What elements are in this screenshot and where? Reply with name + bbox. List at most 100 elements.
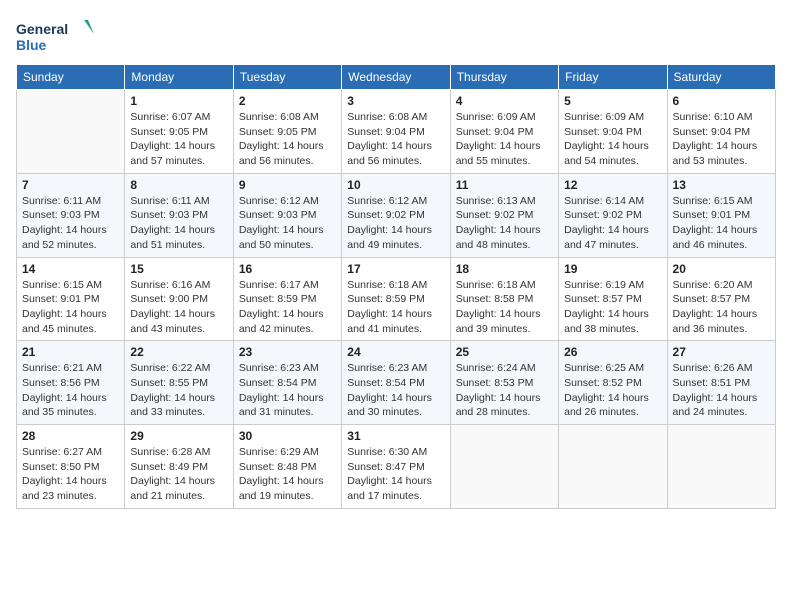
day-info: Sunrise: 6:13 AM Sunset: 9:02 PM Dayligh… xyxy=(456,194,553,253)
calendar-table: SundayMondayTuesdayWednesdayThursdayFrid… xyxy=(16,64,776,509)
day-info: Sunrise: 6:08 AM Sunset: 9:05 PM Dayligh… xyxy=(239,110,336,169)
day-number: 4 xyxy=(456,94,553,108)
day-number: 25 xyxy=(456,345,553,359)
page-header: General Blue xyxy=(16,16,776,56)
day-info: Sunrise: 6:18 AM Sunset: 8:59 PM Dayligh… xyxy=(347,278,444,337)
day-info: Sunrise: 6:20 AM Sunset: 8:57 PM Dayligh… xyxy=(673,278,770,337)
day-info: Sunrise: 6:08 AM Sunset: 9:04 PM Dayligh… xyxy=(347,110,444,169)
calendar-cell: 7Sunrise: 6:11 AM Sunset: 9:03 PM Daylig… xyxy=(17,173,125,257)
week-row-4: 21 Sunrise: 6:21 AM Sunset: 8:56 PM Dayli… xyxy=(17,341,776,425)
day-info: Sunrise: 6:10 AM Sunset: 9:04 PM Dayligh… xyxy=(673,110,770,169)
day-info: Sunrise: 6:26 AM Sunset: 8:51 PM Dayligh… xyxy=(673,361,770,420)
calendar-cell: 21 Sunrise: 6:21 AM Sunset: 8:56 PM Dayli… xyxy=(17,341,125,425)
calendar-cell xyxy=(559,425,667,509)
day-number: 24 xyxy=(347,345,444,359)
calendar-cell: 4 Sunrise: 6:09 AM Sunset: 9:04 PM Daylig… xyxy=(450,90,558,174)
day-info: Sunrise: 6:23 AM Sunset: 8:54 PM Dayligh… xyxy=(347,361,444,420)
day-info: Sunrise: 6:21 AM Sunset: 8:56 PM Dayligh… xyxy=(22,361,119,420)
calendar-cell: 1 Sunrise: 6:07 AM Sunset: 9:05 PM Daylig… xyxy=(125,90,233,174)
calendar-cell xyxy=(450,425,558,509)
day-header-wednesday: Wednesday xyxy=(342,65,450,90)
day-number: 12 xyxy=(564,178,661,192)
day-number: 16 xyxy=(239,262,336,276)
logo: General Blue xyxy=(16,16,96,56)
svg-text:Blue: Blue xyxy=(16,37,47,53)
calendar-cell: 22Sunrise: 6:22 AM Sunset: 8:55 PM Dayli… xyxy=(125,341,233,425)
day-number: 6 xyxy=(673,94,770,108)
day-number: 31 xyxy=(347,429,444,443)
day-header-saturday: Saturday xyxy=(667,65,775,90)
day-number: 19 xyxy=(564,262,661,276)
day-number: 18 xyxy=(456,262,553,276)
calendar-cell: 25Sunrise: 6:24 AM Sunset: 8:53 PM Dayli… xyxy=(450,341,558,425)
day-info: Sunrise: 6:29 AM Sunset: 8:48 PM Dayligh… xyxy=(239,445,336,504)
day-number: 13 xyxy=(673,178,770,192)
day-number: 29 xyxy=(130,429,227,443)
day-info: Sunrise: 6:07 AM Sunset: 9:05 PM Dayligh… xyxy=(130,110,227,169)
day-info: Sunrise: 6:25 AM Sunset: 8:52 PM Dayligh… xyxy=(564,361,661,420)
calendar-cell: 6 Sunrise: 6:10 AM Sunset: 9:04 PM Daylig… xyxy=(667,90,775,174)
calendar-cell: 2Sunrise: 6:08 AM Sunset: 9:05 PM Daylig… xyxy=(233,90,341,174)
day-info: Sunrise: 6:28 AM Sunset: 8:49 PM Dayligh… xyxy=(130,445,227,504)
calendar-cell: 12 Sunrise: 6:14 AM Sunset: 9:02 PM Dayli… xyxy=(559,173,667,257)
logo-svg: General Blue xyxy=(16,16,96,56)
day-info: Sunrise: 6:17 AM Sunset: 8:59 PM Dayligh… xyxy=(239,278,336,337)
calendar-cell: 26 Sunrise: 6:25 AM Sunset: 8:52 PM Dayli… xyxy=(559,341,667,425)
day-info: Sunrise: 6:19 AM Sunset: 8:57 PM Dayligh… xyxy=(564,278,661,337)
calendar-cell: 30 Sunrise: 6:29 AM Sunset: 8:48 PM Dayli… xyxy=(233,425,341,509)
day-info: Sunrise: 6:27 AM Sunset: 8:50 PM Dayligh… xyxy=(22,445,119,504)
calendar-cell: 18 Sunrise: 6:18 AM Sunset: 8:58 PM Dayli… xyxy=(450,257,558,341)
day-info: Sunrise: 6:15 AM Sunset: 9:01 PM Dayligh… xyxy=(22,278,119,337)
calendar-cell: 15 Sunrise: 6:16 AM Sunset: 9:00 PM Dayli… xyxy=(125,257,233,341)
calendar-cell: 27Sunrise: 6:26 AM Sunset: 8:51 PM Dayli… xyxy=(667,341,775,425)
calendar-cell: 17 Sunrise: 6:18 AM Sunset: 8:59 PM Dayli… xyxy=(342,257,450,341)
day-info: Sunrise: 6:14 AM Sunset: 9:02 PM Dayligh… xyxy=(564,194,661,253)
day-info: Sunrise: 6:09 AM Sunset: 9:04 PM Dayligh… xyxy=(564,110,661,169)
day-number: 22 xyxy=(130,345,227,359)
day-number: 30 xyxy=(239,429,336,443)
day-number: 26 xyxy=(564,345,661,359)
calendar-cell: 20 Sunrise: 6:20 AM Sunset: 8:57 PM Dayli… xyxy=(667,257,775,341)
week-row-2: 7 Sunrise: 6:11 AM Sunset: 9:03 PM Daylig… xyxy=(17,173,776,257)
svg-text:General: General xyxy=(16,21,68,37)
day-number: 15 xyxy=(130,262,227,276)
calendar-cell: 24 Sunrise: 6:23 AM Sunset: 8:54 PM Dayli… xyxy=(342,341,450,425)
calendar-cell: 19 Sunrise: 6:19 AM Sunset: 8:57 PM Dayli… xyxy=(559,257,667,341)
day-info: Sunrise: 6:16 AM Sunset: 9:00 PM Dayligh… xyxy=(130,278,227,337)
calendar-body: 1 Sunrise: 6:07 AM Sunset: 9:05 PM Daylig… xyxy=(17,90,776,509)
day-info: Sunrise: 6:11 AM Sunset: 9:03 PM Dayligh… xyxy=(130,194,227,253)
calendar-cell: 11 Sunrise: 6:13 AM Sunset: 9:02 PM Dayli… xyxy=(450,173,558,257)
week-row-1: 1 Sunrise: 6:07 AM Sunset: 9:05 PM Daylig… xyxy=(17,90,776,174)
day-number: 28 xyxy=(22,429,119,443)
day-number: 23 xyxy=(239,345,336,359)
day-number: 9 xyxy=(239,178,336,192)
day-number: 17 xyxy=(347,262,444,276)
week-row-3: 14 Sunrise: 6:15 AM Sunset: 9:01 PM Dayli… xyxy=(17,257,776,341)
day-headers-row: SundayMondayTuesdayWednesdayThursdayFrid… xyxy=(17,65,776,90)
day-number: 3 xyxy=(347,94,444,108)
day-info: Sunrise: 6:30 AM Sunset: 8:47 PM Dayligh… xyxy=(347,445,444,504)
day-info: Sunrise: 6:12 AM Sunset: 9:03 PM Dayligh… xyxy=(239,194,336,253)
calendar-cell: 31 Sunrise: 6:30 AM Sunset: 8:47 PM Dayli… xyxy=(342,425,450,509)
day-number: 21 xyxy=(22,345,119,359)
day-number: 20 xyxy=(673,262,770,276)
calendar-cell: 5Sunrise: 6:09 AM Sunset: 9:04 PM Daylig… xyxy=(559,90,667,174)
day-info: Sunrise: 6:23 AM Sunset: 8:54 PM Dayligh… xyxy=(239,361,336,420)
day-number: 11 xyxy=(456,178,553,192)
calendar-cell: 8Sunrise: 6:11 AM Sunset: 9:03 PM Daylig… xyxy=(125,173,233,257)
day-header-monday: Monday xyxy=(125,65,233,90)
day-header-thursday: Thursday xyxy=(450,65,558,90)
day-header-friday: Friday xyxy=(559,65,667,90)
calendar-cell: 9 Sunrise: 6:12 AM Sunset: 9:03 PM Daylig… xyxy=(233,173,341,257)
calendar-cell: 29 Sunrise: 6:28 AM Sunset: 8:49 PM Dayli… xyxy=(125,425,233,509)
calendar-cell: 23 Sunrise: 6:23 AM Sunset: 8:54 PM Dayli… xyxy=(233,341,341,425)
day-info: Sunrise: 6:12 AM Sunset: 9:02 PM Dayligh… xyxy=(347,194,444,253)
day-info: Sunrise: 6:09 AM Sunset: 9:04 PM Dayligh… xyxy=(456,110,553,169)
day-info: Sunrise: 6:18 AM Sunset: 8:58 PM Dayligh… xyxy=(456,278,553,337)
day-number: 14 xyxy=(22,262,119,276)
day-number: 7 xyxy=(22,178,119,192)
calendar-cell: 28 Sunrise: 6:27 AM Sunset: 8:50 PM Dayli… xyxy=(17,425,125,509)
calendar-cell: 16 Sunrise: 6:17 AM Sunset: 8:59 PM Dayli… xyxy=(233,257,341,341)
day-number: 1 xyxy=(130,94,227,108)
day-header-tuesday: Tuesday xyxy=(233,65,341,90)
